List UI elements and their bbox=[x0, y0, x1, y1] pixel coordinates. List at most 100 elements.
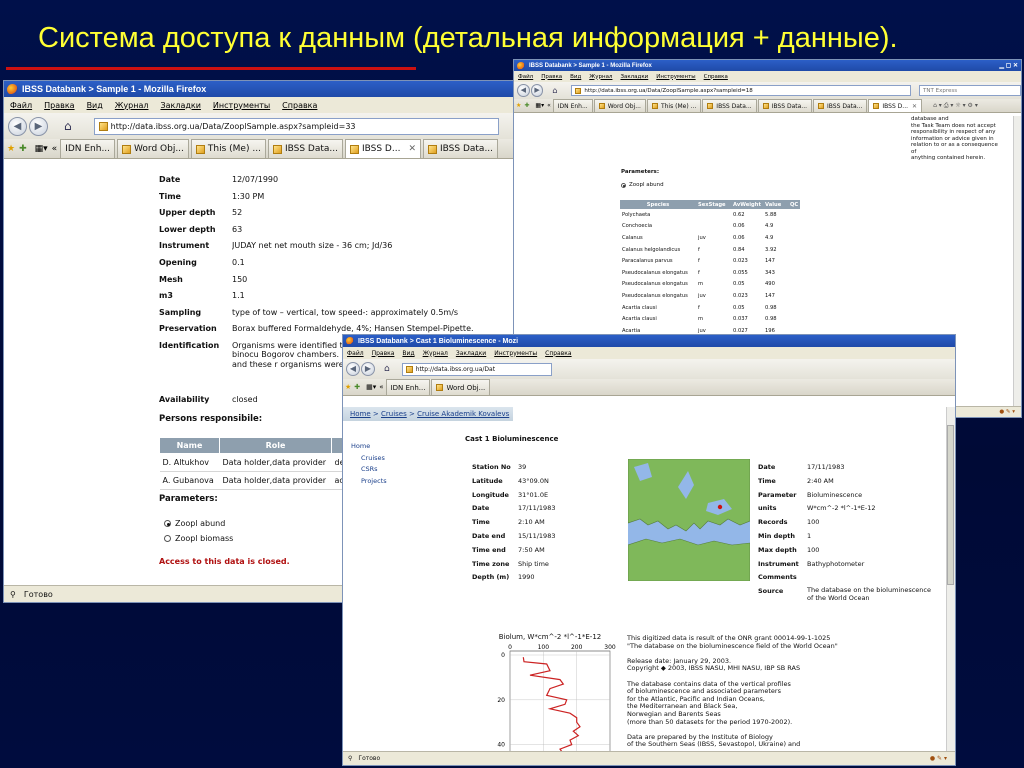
back-icon[interactable]: ◀ bbox=[346, 362, 360, 376]
menu-help[interactable]: Справка bbox=[282, 101, 317, 110]
menu-file[interactable]: Файл bbox=[10, 101, 32, 110]
radio-zoopl-abund[interactable]: Zoopl abund bbox=[164, 519, 225, 528]
menu-bookmarks[interactable]: Закладки bbox=[620, 74, 648, 80]
forward-icon[interactable]: ▶ bbox=[29, 116, 48, 136]
breadcrumb-home-link[interactable]: Home bbox=[350, 410, 371, 418]
radio-unchecked-icon[interactable] bbox=[164, 535, 171, 542]
close-tab-icon[interactable]: ✕ bbox=[912, 103, 917, 110]
addon-icon[interactable]: ✚ bbox=[354, 383, 360, 391]
menu-view[interactable]: Вид bbox=[87, 101, 103, 110]
tab-idn[interactable]: IDN Enh... bbox=[552, 99, 593, 112]
detail-row: Time 2:40 AM bbox=[758, 476, 834, 485]
nav-home-link[interactable]: Home bbox=[351, 441, 387, 453]
tab-word[interactable]: Word Obj... bbox=[117, 139, 189, 158]
close-tab-icon[interactable]: ✕ bbox=[408, 144, 416, 154]
nav-csrs-link[interactable]: CSRs bbox=[351, 464, 387, 476]
detail-row: Instrument JUDAY net net mouth size - 36 … bbox=[159, 241, 393, 251]
menu-edit[interactable]: Правка bbox=[44, 101, 74, 110]
navigation-toolbar: ◀ ▶ ⌂ http://data.ibss.org.ua/Data/Zoopl… bbox=[514, 82, 1021, 99]
tab-ibss-2[interactable]: IBSS Data... bbox=[423, 139, 499, 158]
nav-projects-link[interactable]: Projects bbox=[351, 476, 387, 488]
detail-row: Records 100 bbox=[758, 518, 820, 527]
forward-icon[interactable]: ▶ bbox=[361, 362, 375, 376]
radio-zoopl-biomass[interactable]: Zoopl biomass bbox=[164, 534, 233, 543]
tab-list-icon[interactable]: ▦▾ bbox=[535, 102, 544, 109]
forward-icon[interactable]: ▶ bbox=[530, 84, 544, 97]
menu-history[interactable]: Журнал bbox=[589, 74, 612, 80]
nav-cruises-link[interactable]: Cruises bbox=[351, 453, 387, 465]
menu-history[interactable]: Журнал bbox=[115, 101, 149, 110]
tab-thisme[interactable]: This (Me) ... bbox=[646, 99, 702, 112]
tab-idn[interactable]: IDN Enh... bbox=[385, 379, 431, 395]
addon-icon[interactable]: ✚ bbox=[19, 144, 27, 154]
tab-idn[interactable]: IDN Enh... bbox=[60, 139, 116, 158]
back-icon[interactable]: ◀ bbox=[8, 116, 27, 136]
chart-frame bbox=[509, 650, 611, 751]
table-row: Pseudocalanus elongatus f 0.055 343 bbox=[622, 269, 775, 276]
home-icon[interactable]: ⌂ bbox=[64, 119, 72, 133]
addon-icon[interactable]: ✚ bbox=[524, 102, 529, 109]
tab-word[interactable]: Word Obj... bbox=[593, 99, 646, 112]
menu-edit[interactable]: Правка bbox=[372, 350, 395, 357]
menu-view[interactable]: Вид bbox=[402, 350, 414, 357]
home-icon[interactable]: ⌂ bbox=[552, 86, 557, 95]
menu-bookmarks[interactable]: Закладки bbox=[456, 350, 486, 357]
radio-checked-icon[interactable] bbox=[621, 182, 626, 188]
title-underline bbox=[6, 67, 416, 70]
bookmark-star-icon[interactable]: ★ bbox=[7, 144, 15, 154]
menu-help[interactable]: Справка bbox=[704, 74, 728, 80]
window-titlebar[interactable]: IBSS Databank > Sample 1 - Mozilla Firef… bbox=[4, 81, 514, 97]
tab-list-icon[interactable]: ▦▾ bbox=[35, 144, 48, 154]
url-bar[interactable]: http://data.ibss.org.ua/Data/ZooplSample… bbox=[93, 117, 499, 135]
tab-list-icon[interactable]: ▦▾ bbox=[366, 383, 376, 391]
tab-scroll-left-icon[interactable]: « bbox=[379, 383, 383, 391]
tab-ibss-3[interactable]: IBSS Data... bbox=[813, 99, 868, 112]
menu-file[interactable]: Файл bbox=[347, 350, 364, 357]
menu-view[interactable]: Вид bbox=[570, 74, 581, 80]
tab-scroll-left-icon[interactable]: « bbox=[52, 144, 58, 154]
browser-window-cast1[interactable]: IBSS Databank > Cast 1 Bioluminescence -… bbox=[342, 334, 956, 766]
menu-file[interactable]: Файл bbox=[518, 74, 533, 80]
tab-word[interactable]: Word Obj... bbox=[431, 379, 491, 395]
breadcrumb-cruise-link[interactable]: Cruise Akademik Kovalevs bbox=[417, 410, 509, 418]
menu-bookmarks[interactable]: Закладки bbox=[160, 101, 200, 110]
tab-ibss-2[interactable]: IBSS Data... bbox=[757, 99, 813, 112]
menu-tools[interactable]: Инструменты bbox=[656, 74, 695, 80]
chart-series-line bbox=[522, 657, 581, 751]
back-icon[interactable]: ◀ bbox=[517, 84, 530, 97]
window-titlebar[interactable]: IBSS Databank > Cast 1 Bioluminescence -… bbox=[343, 335, 955, 347]
status-text: Готово bbox=[358, 755, 381, 762]
home-icon[interactable]: ⌂ bbox=[384, 364, 390, 374]
detail-row: Station No 39 bbox=[472, 463, 527, 471]
menu-history[interactable]: Журнал bbox=[423, 350, 448, 357]
url-bar[interactable]: http://data.ibss.org.ua/Data/ZooplSample… bbox=[571, 85, 912, 96]
detail-row: Time zone Ship time bbox=[472, 559, 549, 568]
tab-thisme[interactable]: This (Me) ... bbox=[190, 139, 266, 158]
scrollbar-thumb[interactable] bbox=[947, 425, 954, 585]
url-bar[interactable]: http://data.ibss.org.ua/Dat bbox=[401, 362, 552, 376]
bookmark-star-icon[interactable]: ★ bbox=[516, 102, 521, 109]
menu-tools[interactable]: Инструменты bbox=[494, 350, 537, 357]
menu-help[interactable]: Справка bbox=[545, 350, 571, 357]
scrollbar[interactable] bbox=[1013, 116, 1021, 406]
tab-ibss-1[interactable]: IBSS Data... bbox=[267, 139, 343, 158]
page-icon bbox=[762, 103, 769, 109]
radio-checked-icon[interactable] bbox=[164, 520, 171, 527]
done-icon: ⚲ bbox=[10, 589, 16, 599]
tab-scroll-left-icon[interactable]: « bbox=[547, 102, 551, 109]
menu-tools[interactable]: Инструменты bbox=[213, 101, 270, 110]
search-input[interactable]: TNT Express bbox=[919, 85, 1021, 96]
tab-ibss-1[interactable]: IBSS Data... bbox=[702, 99, 757, 112]
window-controls-icon[interactable]: ▁ ▢ ✕ bbox=[999, 62, 1018, 69]
menu-edit[interactable]: Правка bbox=[541, 74, 562, 80]
detail-row: Depth (m) 1990 bbox=[472, 573, 535, 582]
window-titlebar[interactable]: IBSS Databank > Sample 1 - Mozilla Firef… bbox=[514, 60, 1021, 71]
persons-table: Name Role D. Altukhov Data holder,data p… bbox=[159, 437, 348, 490]
radio-zoopl-abund[interactable]: Zoopl abund bbox=[621, 182, 664, 188]
tab-ibss-active[interactable]: IBSS D... ✕ bbox=[344, 139, 421, 158]
table-row: Calanus helgolandicus f 0.84 3.92 bbox=[622, 246, 777, 253]
tab-ibss-active[interactable]: IBSS D... ✕ bbox=[868, 99, 923, 112]
breadcrumb-cruises-link[interactable]: Cruises bbox=[381, 410, 407, 418]
toolbar-buttons-icon[interactable]: ⌂ ▾ ⎙ ▾ ☼ ▾ ⚙ ▾ bbox=[933, 102, 978, 110]
bookmark-star-icon[interactable]: ★ bbox=[345, 383, 351, 391]
